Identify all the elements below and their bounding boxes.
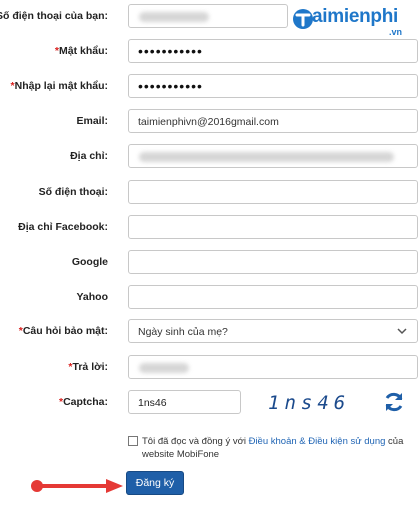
row-google: Google: [0, 250, 420, 274]
phone-field[interactable]: [128, 180, 418, 204]
red-arrow-annotation: [31, 479, 123, 493]
captcha-image: 1ns46: [268, 392, 351, 414]
yahoo-label: Yahoo: [76, 291, 108, 303]
register-button[interactable]: Đăng ký: [126, 471, 184, 495]
phone-top-field[interactable]: [128, 4, 288, 28]
security-question-value: Ngày sinh của mẹ?: [138, 326, 228, 338]
answer-label: *Trả lời:: [68, 361, 108, 373]
row-password-confirm: *Nhập lại mật khẩu: •••••••••••: [0, 74, 420, 98]
google-field[interactable]: [128, 250, 418, 274]
row-address: Địa chỉ:: [0, 144, 420, 168]
security-question-select[interactable]: Ngày sinh của mẹ?: [128, 319, 418, 343]
email-label: Email:: [76, 115, 108, 127]
email-field[interactable]: taimienphivn@2016gmail.com: [128, 109, 418, 133]
row-yahoo: Yahoo: [0, 285, 420, 309]
address-label: Địa chỉ:: [70, 150, 108, 162]
chevron-down-icon: [397, 328, 407, 335]
captcha-label: *Captcha:: [58, 396, 108, 408]
password-field[interactable]: •••••••••••: [128, 39, 418, 63]
row-answer: *Trả lời:: [0, 355, 420, 379]
phone-label: Số điện thoại:: [38, 186, 108, 198]
row-phone: Số điện thoại:: [0, 180, 420, 204]
terms-link[interactable]: Điều khoản & Điều kiện sử dụng: [249, 436, 386, 447]
phone-top-label: *Số điện thoại của bạn:: [0, 10, 108, 22]
row-phone-top: *Số điện thoại của bạn:: [0, 4, 420, 28]
captcha-value: 1ns46: [138, 397, 167, 409]
terms-checkbox[interactable]: [128, 436, 138, 446]
row-captcha: *Captcha: 1ns46: [0, 390, 420, 414]
security-question-label: *Câu hỏi bảo mật:: [18, 325, 108, 337]
yahoo-field[interactable]: [128, 285, 418, 309]
address-field[interactable]: [128, 144, 418, 168]
row-facebook: Địa chỉ Facebook:: [0, 215, 420, 239]
password-label: *Mật khẩu:: [54, 45, 108, 57]
refresh-icon[interactable]: [382, 390, 406, 414]
terms-text: Tôi đã đọc và đồng ý với Điều khoản & Đi…: [142, 436, 404, 460]
row-email: Email: taimienphivn@2016gmail.com: [0, 109, 420, 133]
email-value: taimienphivn@2016gmail.com: [138, 116, 279, 128]
facebook-field[interactable]: [128, 215, 418, 239]
google-label: Google: [71, 256, 108, 268]
password-confirm-field[interactable]: •••••••••••: [128, 74, 418, 98]
logo-suffix: .vn: [389, 27, 403, 37]
row-password: *Mật khẩu: •••••••••••: [0, 39, 420, 63]
row-security-question: *Câu hỏi bảo mật: Ngày sinh của mẹ?: [0, 319, 420, 343]
password-confirm-label: *Nhập lại mật khẩu:: [10, 80, 108, 92]
captcha-field[interactable]: 1ns46: [128, 390, 241, 414]
facebook-label: Địa chỉ Facebook:: [18, 221, 108, 233]
answer-field[interactable]: [128, 355, 418, 379]
